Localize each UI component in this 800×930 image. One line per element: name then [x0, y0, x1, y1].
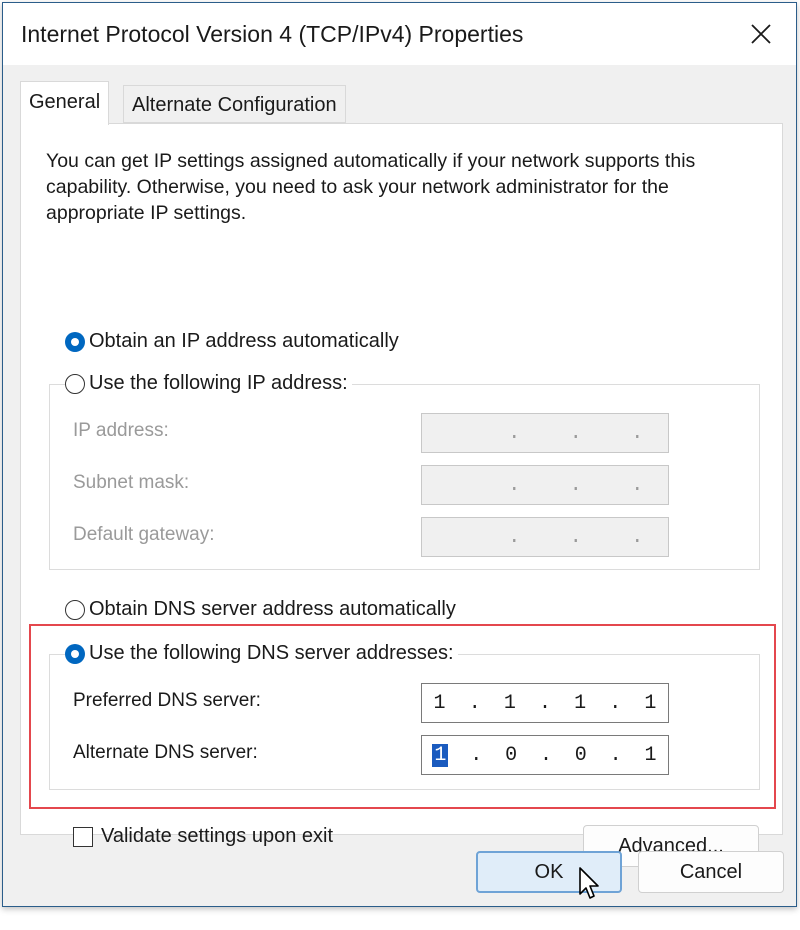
- use-following-ip-radio[interactable]: Use the following IP address:: [65, 372, 352, 395]
- subnet-mask-field: ...: [421, 465, 669, 505]
- alternate-dns-label: Alternate DNS server:: [73, 742, 258, 763]
- window-title: Internet Protocol Version 4 (TCP/IPv4) P…: [21, 21, 524, 47]
- octet-selected: 1: [432, 743, 449, 767]
- octet: 1: [433, 691, 446, 715]
- octet: 1: [644, 691, 657, 715]
- dialog-client: General Alternate Configuration You can …: [3, 65, 796, 906]
- alternate-dns-field[interactable]: 1. 0. 0. 1: [421, 735, 669, 775]
- ip-address-label: IP address:: [73, 420, 169, 441]
- obtain-ip-auto-label: Obtain an IP address automatically: [89, 330, 399, 352]
- use-following-dns-radio[interactable]: Use the following DNS server addresses:: [65, 642, 458, 665]
- use-following-dns-label: Use the following DNS server addresses:: [89, 642, 454, 664]
- obtain-dns-auto-radio[interactable]: Obtain DNS server address automatically: [65, 598, 456, 621]
- octet: 1: [503, 691, 516, 715]
- title-bar[interactable]: Internet Protocol Version 4 (TCP/IPv4) P…: [3, 3, 796, 65]
- radio-indicator: [65, 599, 85, 620]
- obtain-dns-auto-label: Obtain DNS server address automatically: [89, 598, 456, 620]
- close-icon: [751, 24, 771, 44]
- octet: 1: [644, 743, 657, 767]
- tab-general[interactable]: General: [20, 81, 110, 125]
- preferred-dns-label: Preferred DNS server:: [73, 690, 261, 711]
- octet: 0: [505, 743, 518, 767]
- ip-address-field: ...: [421, 413, 669, 453]
- radio-indicator: [65, 331, 85, 352]
- default-gateway-label: Default gateway:: [73, 524, 215, 545]
- dialog-window: Internet Protocol Version 4 (TCP/IPv4) P…: [2, 2, 797, 907]
- octet: 0: [574, 743, 587, 767]
- checkbox-indicator: [73, 826, 93, 847]
- validate-settings-checkbox[interactable]: Validate settings upon exit: [73, 825, 333, 848]
- obtain-ip-auto-radio[interactable]: Obtain an IP address automatically: [65, 330, 399, 353]
- use-following-ip-label: Use the following IP address:: [89, 372, 348, 394]
- tab-alternate-configuration[interactable]: Alternate Configuration: [123, 85, 346, 123]
- radio-indicator: [65, 643, 85, 664]
- validate-settings-label: Validate settings upon exit: [101, 825, 334, 847]
- ok-button[interactable]: OK: [476, 851, 622, 893]
- preferred-dns-field[interactable]: 1. 1. 1. 1: [421, 683, 669, 723]
- close-button[interactable]: [726, 3, 796, 65]
- radio-indicator: [65, 373, 85, 394]
- octet: 1: [574, 691, 587, 715]
- subnet-mask-label: Subnet mask:: [73, 472, 190, 493]
- general-tab-panel: You can get IP settings assigned automat…: [20, 123, 783, 867]
- cancel-button[interactable]: Cancel: [638, 851, 784, 893]
- intro-text: You can get IP settings assigned automat…: [46, 150, 696, 224]
- default-gateway-field: ...: [421, 517, 669, 557]
